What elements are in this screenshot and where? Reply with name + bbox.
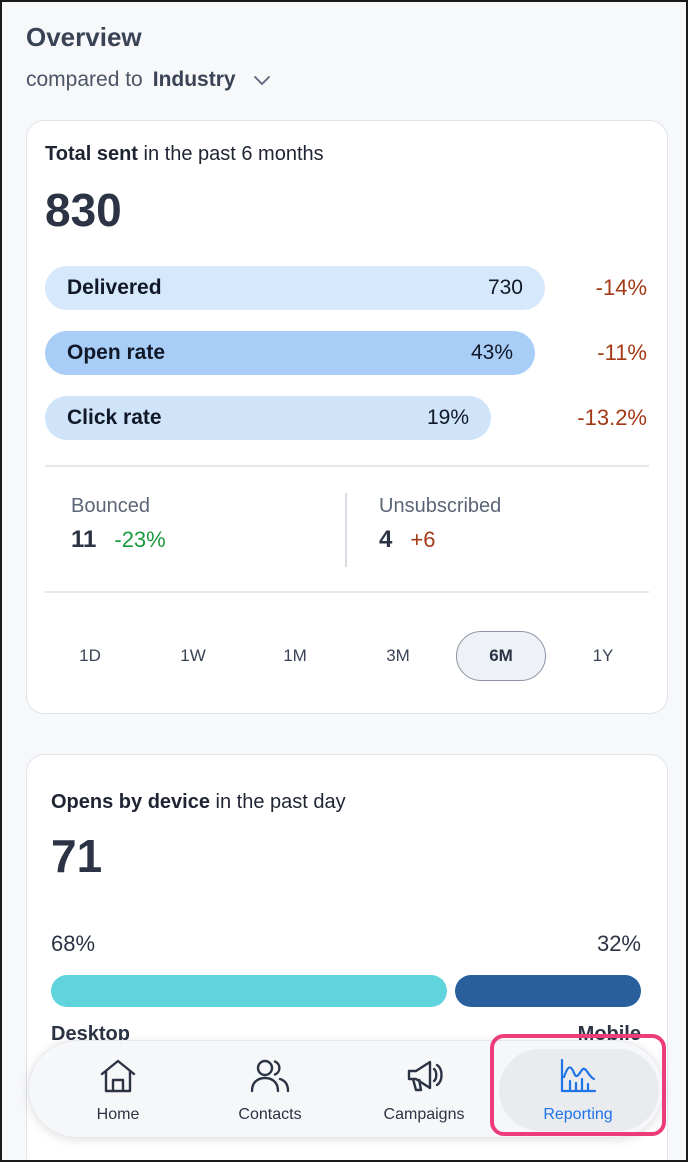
- unsubscribed-change: +6: [410, 527, 436, 552]
- bottom-navigation: Home Contacts Campaigns Reporting: [28, 1040, 664, 1138]
- megaphone-icon: [404, 1057, 444, 1100]
- nav-home[interactable]: Home: [43, 1041, 193, 1139]
- bounced-label: Bounced: [71, 495, 150, 517]
- metric-label: Click rate: [67, 406, 162, 429]
- divider: [45, 591, 649, 593]
- compare-selector[interactable]: compared to Industry: [26, 68, 270, 92]
- bounced-stat: Bounced 11 -23%: [71, 495, 166, 554]
- nav-campaigns[interactable]: Campaigns: [349, 1041, 499, 1139]
- click-rate-change: -13.2%: [577, 405, 647, 430]
- heading-bold: Total sent: [45, 143, 138, 165]
- bounced-change: -23%: [114, 527, 166, 552]
- heading-rest: in the past 6 months: [137, 143, 324, 165]
- total-sent-card: Total sent in the past 6 months 830 Deli…: [26, 120, 668, 714]
- unsubscribed-label: Unsubscribed: [379, 495, 502, 517]
- range-1m-button[interactable]: 1M: [250, 631, 340, 681]
- stat-separator: [345, 493, 347, 567]
- divider: [45, 465, 649, 467]
- app-frame: Overview compared to Industry Total sent…: [0, 0, 688, 1162]
- unsubscribed-stat: Unsubscribed 4 +6: [379, 495, 501, 554]
- metric-value: 43%: [470, 341, 513, 364]
- nav-campaigns-label: Campaigns: [383, 1105, 465, 1123]
- total-sent-value: 830: [45, 184, 122, 236]
- range-1d-button[interactable]: 1D: [45, 631, 135, 681]
- nav-home-label: Home: [96, 1105, 140, 1123]
- range-1w-button[interactable]: 1W: [148, 631, 238, 681]
- nav-reporting-label: Reporting: [543, 1105, 613, 1123]
- desktop-percent: 68%: [51, 931, 96, 956]
- opens-heading: Opens by device in the past day: [51, 791, 346, 814]
- home-icon: [98, 1057, 138, 1100]
- total-sent-heading: Total sent in the past 6 months: [45, 143, 324, 166]
- opens-total-value: 71: [51, 830, 103, 882]
- chart-icon: [558, 1057, 598, 1100]
- nav-contacts-label: Contacts: [238, 1105, 302, 1123]
- mobile-percent: 32%: [596, 931, 641, 956]
- heading-bold: Opens by device: [51, 791, 210, 813]
- delivered-change: -14%: [595, 275, 647, 300]
- time-range-selector: 1D 1W 1M 3M 6M 1Y: [41, 631, 655, 681]
- metric-label: Open rate: [67, 341, 166, 364]
- metric-label: Delivered: [67, 276, 162, 299]
- compare-prefix: compared to: [26, 68, 143, 91]
- mobile-share-bar: [455, 975, 641, 1007]
- metric-value: 730: [487, 276, 523, 299]
- bounced-value: 11: [71, 526, 97, 553]
- click-rate-bar: Click rate 19%: [45, 396, 491, 440]
- nav-contacts[interactable]: Contacts: [195, 1041, 345, 1139]
- chevron-down-icon: [253, 68, 270, 92]
- compare-value: Industry: [152, 68, 236, 91]
- open-rate-bar: Open rate 43%: [45, 331, 535, 375]
- delivered-bar: Delivered 730: [45, 266, 545, 310]
- range-6m-button[interactable]: 6M: [456, 631, 546, 681]
- page-title: Overview: [26, 22, 142, 52]
- range-1y-button[interactable]: 1Y: [558, 631, 648, 681]
- heading-rest: in the past day: [209, 791, 346, 813]
- desktop-share-bar: [51, 975, 447, 1007]
- metric-value: 19%: [426, 406, 469, 429]
- nav-reporting[interactable]: Reporting: [503, 1041, 653, 1139]
- unsubscribed-value: 4: [379, 526, 393, 553]
- range-3m-button[interactable]: 3M: [353, 631, 443, 681]
- open-rate-change: -11%: [597, 340, 647, 365]
- contacts-icon: [249, 1057, 291, 1100]
